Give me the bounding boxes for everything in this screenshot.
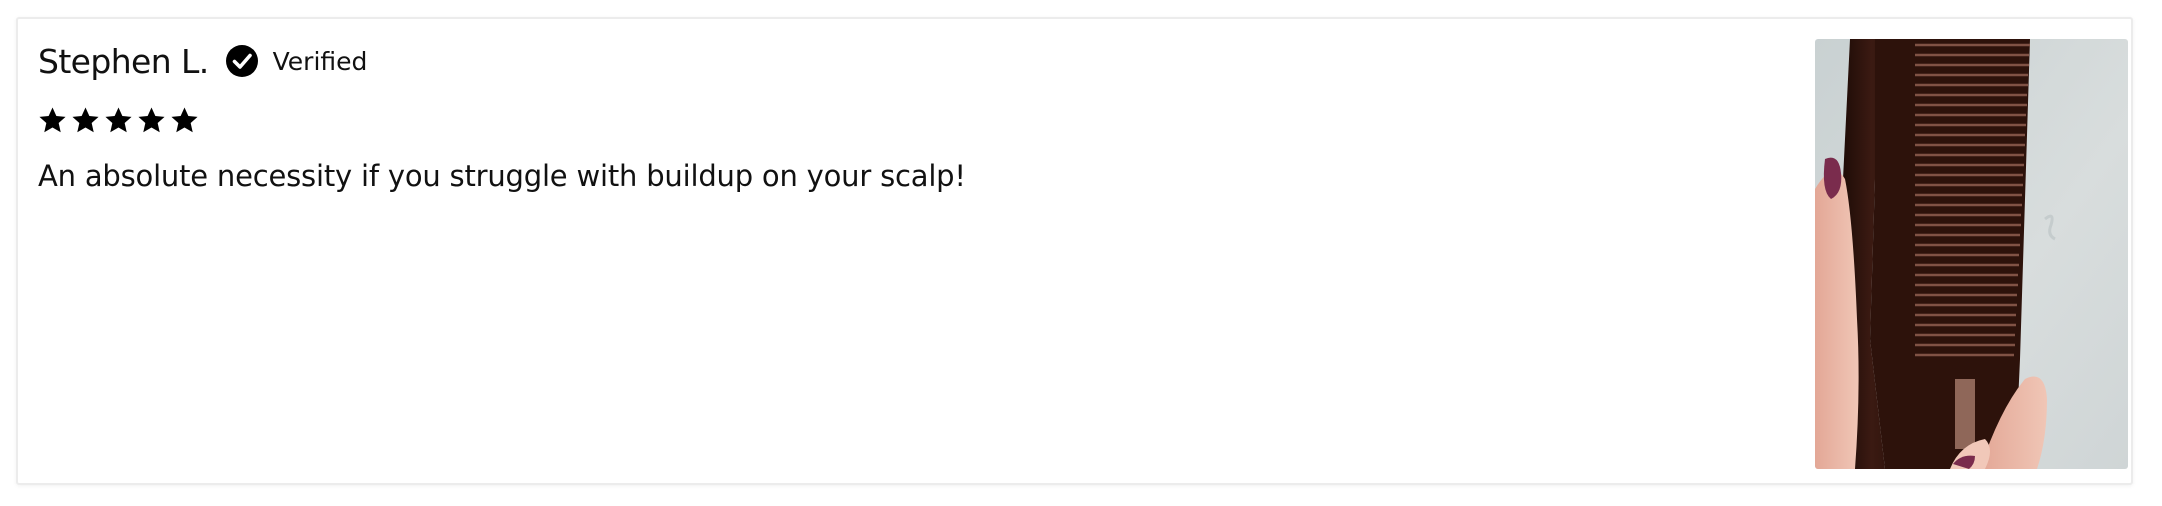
star-icon — [71, 106, 100, 135]
review-header: Stephen L. Verified — [38, 41, 367, 81]
reviewer-name: Stephen L. — [38, 41, 209, 81]
verified-check-icon — [225, 44, 259, 78]
star-icon — [38, 106, 67, 135]
star-icon — [104, 106, 133, 135]
review-card: Stephen L. Verified An absolute necessit… — [16, 17, 2133, 485]
star-icon — [170, 106, 199, 135]
verified-label: Verified — [272, 46, 368, 76]
star-rating — [38, 106, 199, 135]
review-body: An absolute necessity if you struggle wi… — [38, 159, 966, 193]
star-icon — [137, 106, 166, 135]
review-photo[interactable] — [1815, 39, 2128, 469]
